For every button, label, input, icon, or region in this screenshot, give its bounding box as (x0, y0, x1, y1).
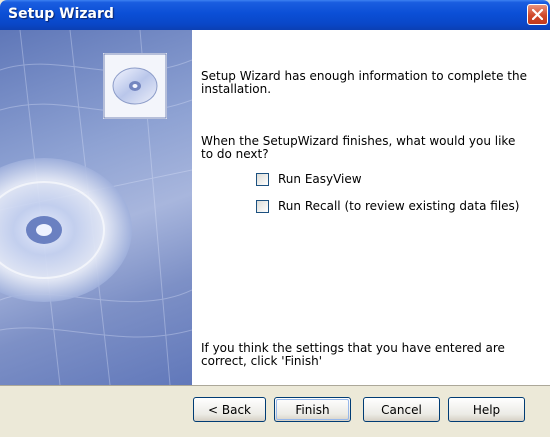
cd-icon-box (103, 53, 167, 119)
close-icon (532, 9, 543, 20)
setup-wizard-window: Setup Wizard Setup Wizard has enough inf… (0, 0, 550, 437)
run-recall-label[interactable]: Run Recall (to review existing data file… (278, 199, 519, 213)
finish-note: If you think the settings that you have … (201, 341, 505, 368)
window-title: Setup Wizard (8, 6, 114, 22)
wizard-content: Setup Wizard has enough information to c… (192, 30, 550, 385)
cd-disc-large-icon (0, 158, 132, 302)
run-easyview-label[interactable]: Run EasyView (278, 172, 362, 186)
finish-question: When the SetupWizard finishes, what woul… (201, 134, 516, 161)
run-recall-checkbox[interactable] (256, 199, 269, 213)
close-button[interactable] (527, 4, 548, 25)
cancel-button[interactable]: Cancel (363, 397, 440, 422)
footer-divider (0, 385, 550, 386)
help-button[interactable]: Help (448, 397, 525, 422)
completion-message: Setup Wizard has enough information to c… (201, 69, 527, 96)
back-button[interactable]: < Back (193, 397, 266, 422)
wizard-side-image (0, 30, 192, 385)
finish-button[interactable]: Finish (274, 397, 351, 422)
option-run-recall[interactable]: Run Recall (to review existing data file… (256, 198, 519, 214)
option-run-easyview[interactable]: Run EasyView (256, 171, 362, 187)
title-bar[interactable]: Setup Wizard (0, 0, 550, 30)
run-easyview-checkbox[interactable] (256, 172, 269, 186)
